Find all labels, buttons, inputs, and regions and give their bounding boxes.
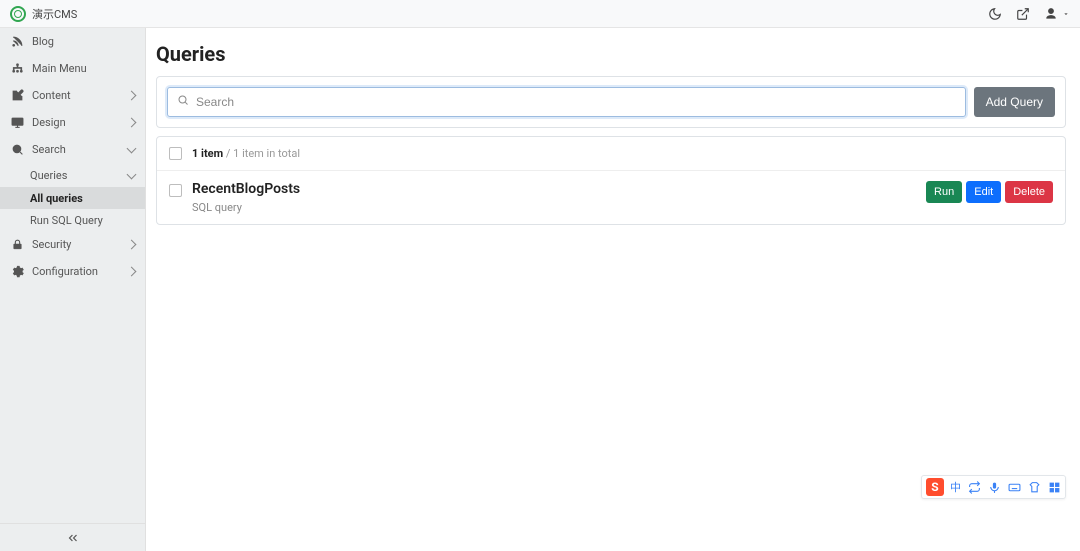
row-title[interactable]: RecentBlogPosts (192, 181, 300, 197)
run-button[interactable]: Run (926, 181, 962, 203)
logo-icon (10, 6, 26, 22)
list-count: 1 item (192, 147, 223, 160)
search-icon (177, 94, 189, 110)
main-content: Queries Add Query 1 item / 1 item in tot… (146, 28, 1080, 551)
ime-grid-icon[interactable] (1047, 480, 1061, 494)
sidebar-item-label: Queries (30, 169, 67, 182)
sidebar-sub-queries[interactable]: Queries (0, 163, 145, 187)
page-title: Queries (156, 42, 1066, 66)
rss-icon (10, 35, 24, 49)
sidebar-item-label: Run SQL Query (30, 214, 103, 227)
sidebar-item-content[interactable]: Content (0, 82, 145, 109)
user-menu[interactable] (1044, 7, 1070, 21)
app-title: 演示CMS (32, 6, 77, 22)
sidebar-item-label: Design (32, 116, 66, 129)
sidebar: Blog Main Menu Content Design Search (0, 28, 146, 551)
query-list: 1 item / 1 item in total RecentBlogPosts… (156, 136, 1066, 225)
sidebar-item-label: Content (32, 89, 71, 102)
edit-button[interactable]: Edit (966, 181, 1001, 203)
search-input[interactable] (167, 87, 966, 117)
ime-skin-icon[interactable] (1027, 480, 1041, 494)
topbar: 演示CMS (0, 0, 1080, 28)
sidebar-collapse-button[interactable] (0, 523, 145, 551)
sidebar-item-configuration[interactable]: Configuration (0, 258, 145, 285)
search-icon (10, 143, 24, 157)
select-all-checkbox[interactable] (169, 147, 182, 160)
ime-mic-icon[interactable] (987, 480, 1001, 494)
ime-lang[interactable]: 中 (950, 479, 961, 495)
list-count-total: / 1 item in total (223, 147, 300, 160)
ime-toolbar[interactable]: S 中 (921, 475, 1066, 499)
search-card: Add Query (156, 76, 1066, 128)
sidebar-item-main-menu[interactable]: Main Menu (0, 55, 145, 82)
sidebar-item-security[interactable]: Security (0, 231, 145, 258)
sitemap-icon (10, 62, 24, 76)
delete-button[interactable]: Delete (1005, 181, 1053, 203)
row-checkbox[interactable] (169, 184, 182, 197)
ime-swap-icon[interactable] (967, 480, 981, 494)
monitor-icon (10, 116, 24, 130)
topbar-brand[interactable]: 演示CMS (10, 6, 77, 22)
dark-mode-icon[interactable] (988, 7, 1002, 21)
lock-icon (10, 238, 24, 252)
external-link-icon[interactable] (1016, 7, 1030, 21)
gear-icon (10, 265, 24, 279)
add-query-button[interactable]: Add Query (974, 87, 1055, 117)
sidebar-item-label: Configuration (32, 265, 98, 278)
sidebar-subsub-run-sql[interactable]: Run SQL Query (0, 209, 145, 231)
table-row: RecentBlogPosts SQL query Run Edit Delet… (157, 171, 1065, 224)
sidebar-item-label: All queries (30, 192, 83, 205)
sidebar-item-label: Search (32, 143, 66, 156)
edit-icon (10, 89, 24, 103)
sidebar-item-blog[interactable]: Blog (0, 28, 145, 55)
sidebar-item-search[interactable]: Search (0, 136, 145, 163)
sidebar-item-label: Main Menu (32, 62, 87, 75)
sidebar-item-design[interactable]: Design (0, 109, 145, 136)
sidebar-item-label: Blog (32, 35, 54, 48)
sidebar-item-label: Security (32, 238, 71, 251)
row-subtitle: SQL query (192, 201, 300, 214)
list-header: 1 item / 1 item in total (157, 137, 1065, 171)
sidebar-subsub-all-queries[interactable]: All queries (0, 187, 145, 209)
ime-keyboard-icon[interactable] (1007, 480, 1021, 494)
ime-badge-icon: S (926, 478, 944, 496)
